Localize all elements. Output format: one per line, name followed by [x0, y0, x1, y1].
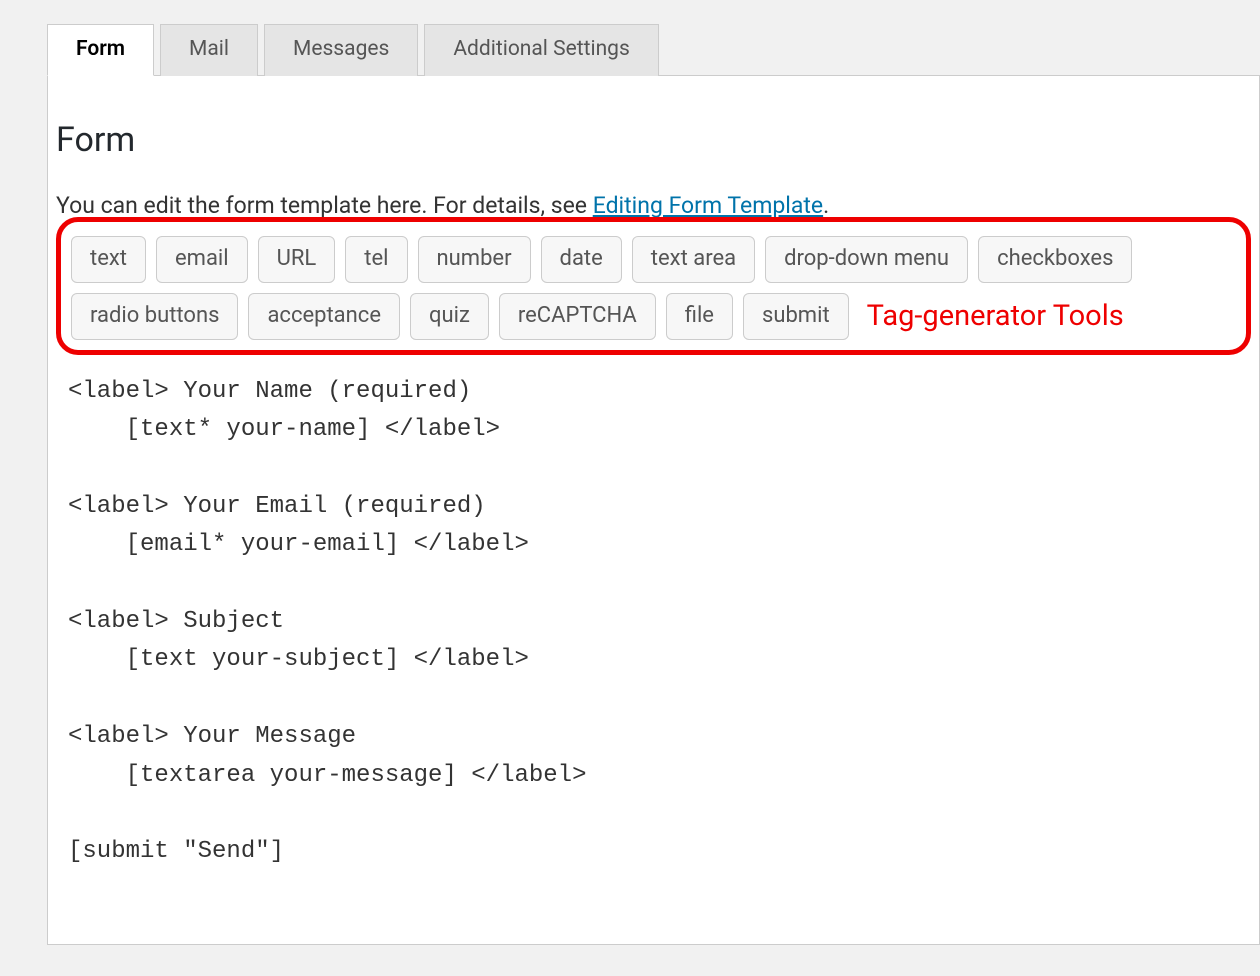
tag-radio-button[interactable]: radio buttons — [71, 293, 238, 340]
tag-number-button[interactable]: number — [418, 236, 531, 283]
tag-file-button[interactable]: file — [666, 293, 733, 340]
tag-recaptcha-button[interactable]: reCAPTCHA — [499, 293, 656, 340]
panel-description: You can edit the form template here. For… — [56, 192, 1251, 219]
tag-generator-toolbar: text email URL tel number date text area… — [71, 236, 1236, 340]
tag-checkboxes-button[interactable]: checkboxes — [978, 236, 1132, 283]
tag-quiz-button[interactable]: quiz — [410, 293, 489, 340]
tab-mail[interactable]: Mail — [160, 24, 258, 76]
form-panel: Form You can edit the form template here… — [47, 75, 1260, 945]
tag-tel-button[interactable]: tel — [345, 236, 407, 283]
tab-form[interactable]: Form — [47, 24, 154, 76]
callout-annotation-label: Tag-generator Tools — [867, 299, 1124, 333]
tag-date-button[interactable]: date — [541, 236, 622, 283]
tag-submit-button[interactable]: submit — [743, 293, 849, 340]
editing-form-template-link[interactable]: Editing Form Template — [593, 192, 823, 219]
tag-dropdown-button[interactable]: drop-down menu — [765, 236, 968, 283]
tag-generator-callout: text email URL tel number date text area… — [56, 217, 1251, 355]
tag-textarea-button[interactable]: text area — [632, 236, 755, 283]
tab-additional-settings[interactable]: Additional Settings — [424, 24, 658, 76]
tab-messages[interactable]: Messages — [264, 24, 418, 76]
form-template-textarea[interactable]: <label> Your Name (required) [text* your… — [56, 355, 1251, 872]
panel-heading: Form — [56, 120, 1251, 160]
panel-desc-suffix: . — [823, 192, 829, 219]
tag-url-button[interactable]: URL — [258, 236, 336, 283]
tag-email-button[interactable]: email — [156, 236, 248, 283]
tag-acceptance-button[interactable]: acceptance — [248, 293, 400, 340]
tag-text-button[interactable]: text — [71, 236, 146, 283]
panel-desc-text: You can edit the form template here. For… — [56, 192, 593, 219]
tab-bar: Form Mail Messages Additional Settings — [47, 0, 1260, 76]
